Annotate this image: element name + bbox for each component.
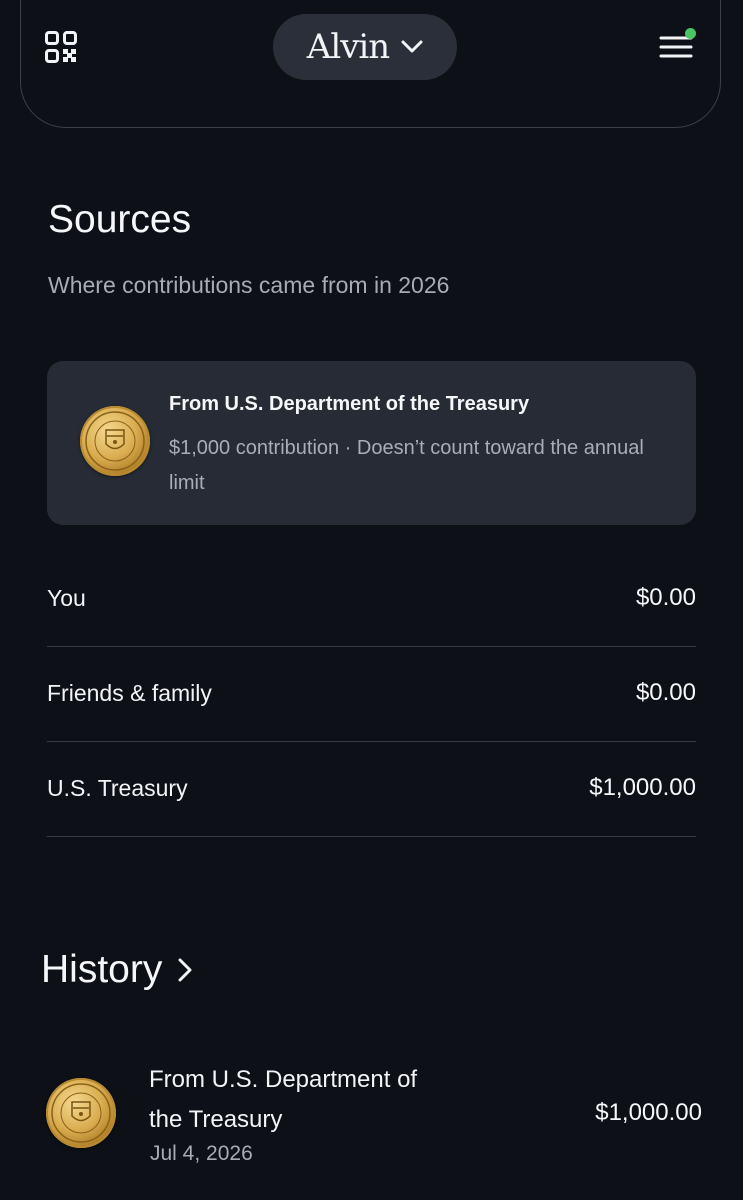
source-label: You bbox=[47, 584, 86, 611]
chevron-right-icon bbox=[178, 958, 192, 982]
sources-title: Sources bbox=[48, 198, 192, 241]
account-name: Alvin bbox=[306, 27, 390, 67]
treasury-seal-icon bbox=[80, 406, 150, 476]
source-value: $1,000.00 bbox=[589, 774, 696, 801]
source-value: $0.00 bbox=[635, 679, 696, 706]
history-link[interactable]: History bbox=[41, 948, 192, 992]
sources-subtitle: Where contributions came from in 2026 bbox=[48, 272, 450, 298]
history-item-amount: $1,000.00 bbox=[595, 1099, 702, 1126]
account-switcher[interactable]: Alvin bbox=[273, 14, 457, 80]
card-title: From U.S. Department of the Treasury bbox=[169, 393, 530, 415]
qr-code-button[interactable] bbox=[42, 28, 80, 66]
top-bar: Alvin bbox=[0, 0, 743, 130]
treasury-seal-icon bbox=[46, 1078, 116, 1148]
history-item[interactable]: From U.S. Department of the Treasury Jul… bbox=[46, 1058, 702, 1178]
notification-dot bbox=[685, 28, 696, 39]
treasury-contribution-card: From U.S. Department of the Treasury $1,… bbox=[47, 361, 696, 525]
source-label: Friends & family bbox=[47, 679, 212, 706]
history-item-date: Jul 4, 2026 bbox=[150, 1142, 253, 1165]
source-row-us-treasury: U.S. Treasury $1,000.00 bbox=[47, 742, 696, 837]
chevron-down-icon bbox=[401, 40, 423, 53]
source-row-you: You $0.00 bbox=[47, 552, 696, 647]
history-title: History bbox=[41, 948, 163, 991]
sources-list: You $0.00 Friends & family $0.00 U.S. Tr… bbox=[47, 552, 696, 837]
history-item-name: From U.S. Department of the Treasury bbox=[149, 1066, 418, 1133]
qr-code-icon bbox=[45, 31, 77, 63]
source-label: U.S. Treasury bbox=[47, 774, 188, 801]
source-row-friends-family: Friends & family $0.00 bbox=[47, 647, 696, 742]
menu-button[interactable] bbox=[652, 24, 700, 70]
source-value: $0.00 bbox=[635, 584, 696, 611]
card-description: $1,000 contribution · Doesn’t count towa… bbox=[169, 437, 644, 494]
